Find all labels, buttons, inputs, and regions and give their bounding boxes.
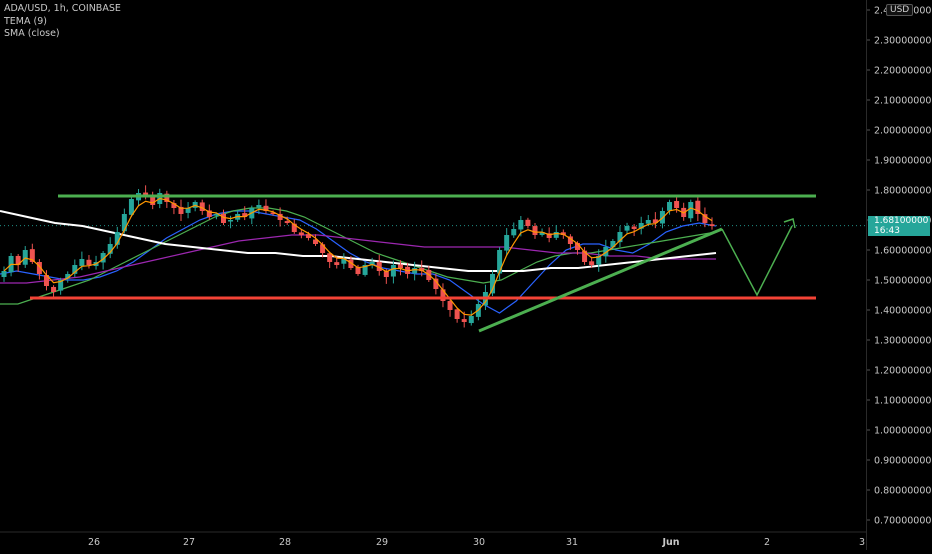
candle-body	[624, 226, 630, 231]
candle-body	[1, 271, 7, 277]
last-price-value: 1.68100000	[874, 216, 929, 226]
candle-body	[220, 213, 226, 223]
candle-body	[518, 220, 524, 230]
x-tick-label: Jun	[661, 537, 679, 548]
candle-body	[709, 224, 715, 226]
candle-body	[532, 226, 538, 235]
x-tick-label: 3	[859, 537, 865, 548]
candle-body	[284, 221, 290, 223]
price-axis[interactable]	[866, 0, 932, 550]
indicator-tema-label[interactable]: TEMA (9)	[4, 16, 121, 29]
symbol-label[interactable]: ADA/USD, 1h, COINBASE	[4, 3, 121, 16]
candle-body	[334, 262, 340, 265]
x-tick-label: 27	[183, 537, 195, 548]
candle-body	[631, 226, 637, 229]
candle-body	[497, 250, 503, 274]
projection-path[interactable]	[721, 225, 793, 297]
candle-body	[412, 268, 418, 274]
candle-body	[397, 264, 403, 268]
x-tick-label: 26	[88, 537, 100, 548]
chart-canvas[interactable]: 0.700000000.800000000.900000001.00000000…	[0, 0, 932, 550]
candle-body	[150, 196, 156, 205]
x-tick-label: 2	[764, 537, 770, 548]
x-tick-label: 29	[376, 537, 388, 548]
candle-body	[447, 300, 453, 310]
x-tick-label: 31	[566, 537, 578, 548]
candle-body	[667, 202, 673, 211]
last-price-tag: 1.68100000 16:43	[868, 216, 930, 236]
chart-legend: ADA/USD, 1h, COINBASE TEMA (9) SMA (clos…	[4, 3, 121, 41]
x-tick-label: 30	[473, 537, 485, 548]
candle-body	[298, 232, 304, 235]
candle-body	[674, 201, 680, 208]
price-chart[interactable]: 0.70000000 0.80000000 0.90000000 1.00000000…	[0, 0, 932, 550]
candle-body	[511, 229, 517, 236]
candle-countdown: 16:43	[874, 226, 900, 236]
x-tick-label: 28	[279, 537, 291, 548]
candle-body	[121, 214, 127, 232]
candle-body	[504, 235, 510, 251]
projection-arrowhead	[783, 218, 796, 229]
candle-body	[688, 202, 694, 219]
currency-badge[interactable]: USD	[886, 4, 914, 16]
candle-body	[454, 309, 460, 319]
candle-body	[553, 232, 559, 238]
candle-body	[228, 220, 234, 222]
candle-body	[468, 316, 474, 324]
candle-body	[461, 319, 467, 322]
indicator-sma-label[interactable]: SMA (close)	[4, 28, 121, 41]
candle-body	[645, 220, 651, 224]
candle-body	[86, 259, 92, 265]
candle-body	[79, 259, 85, 266]
candle-body	[22, 250, 28, 265]
candle-body	[256, 205, 262, 208]
candle-body	[390, 265, 396, 277]
candle-body	[51, 286, 57, 292]
moving-average-line	[0, 210, 717, 272]
candle-body	[525, 219, 531, 226]
candle-body	[589, 261, 595, 265]
